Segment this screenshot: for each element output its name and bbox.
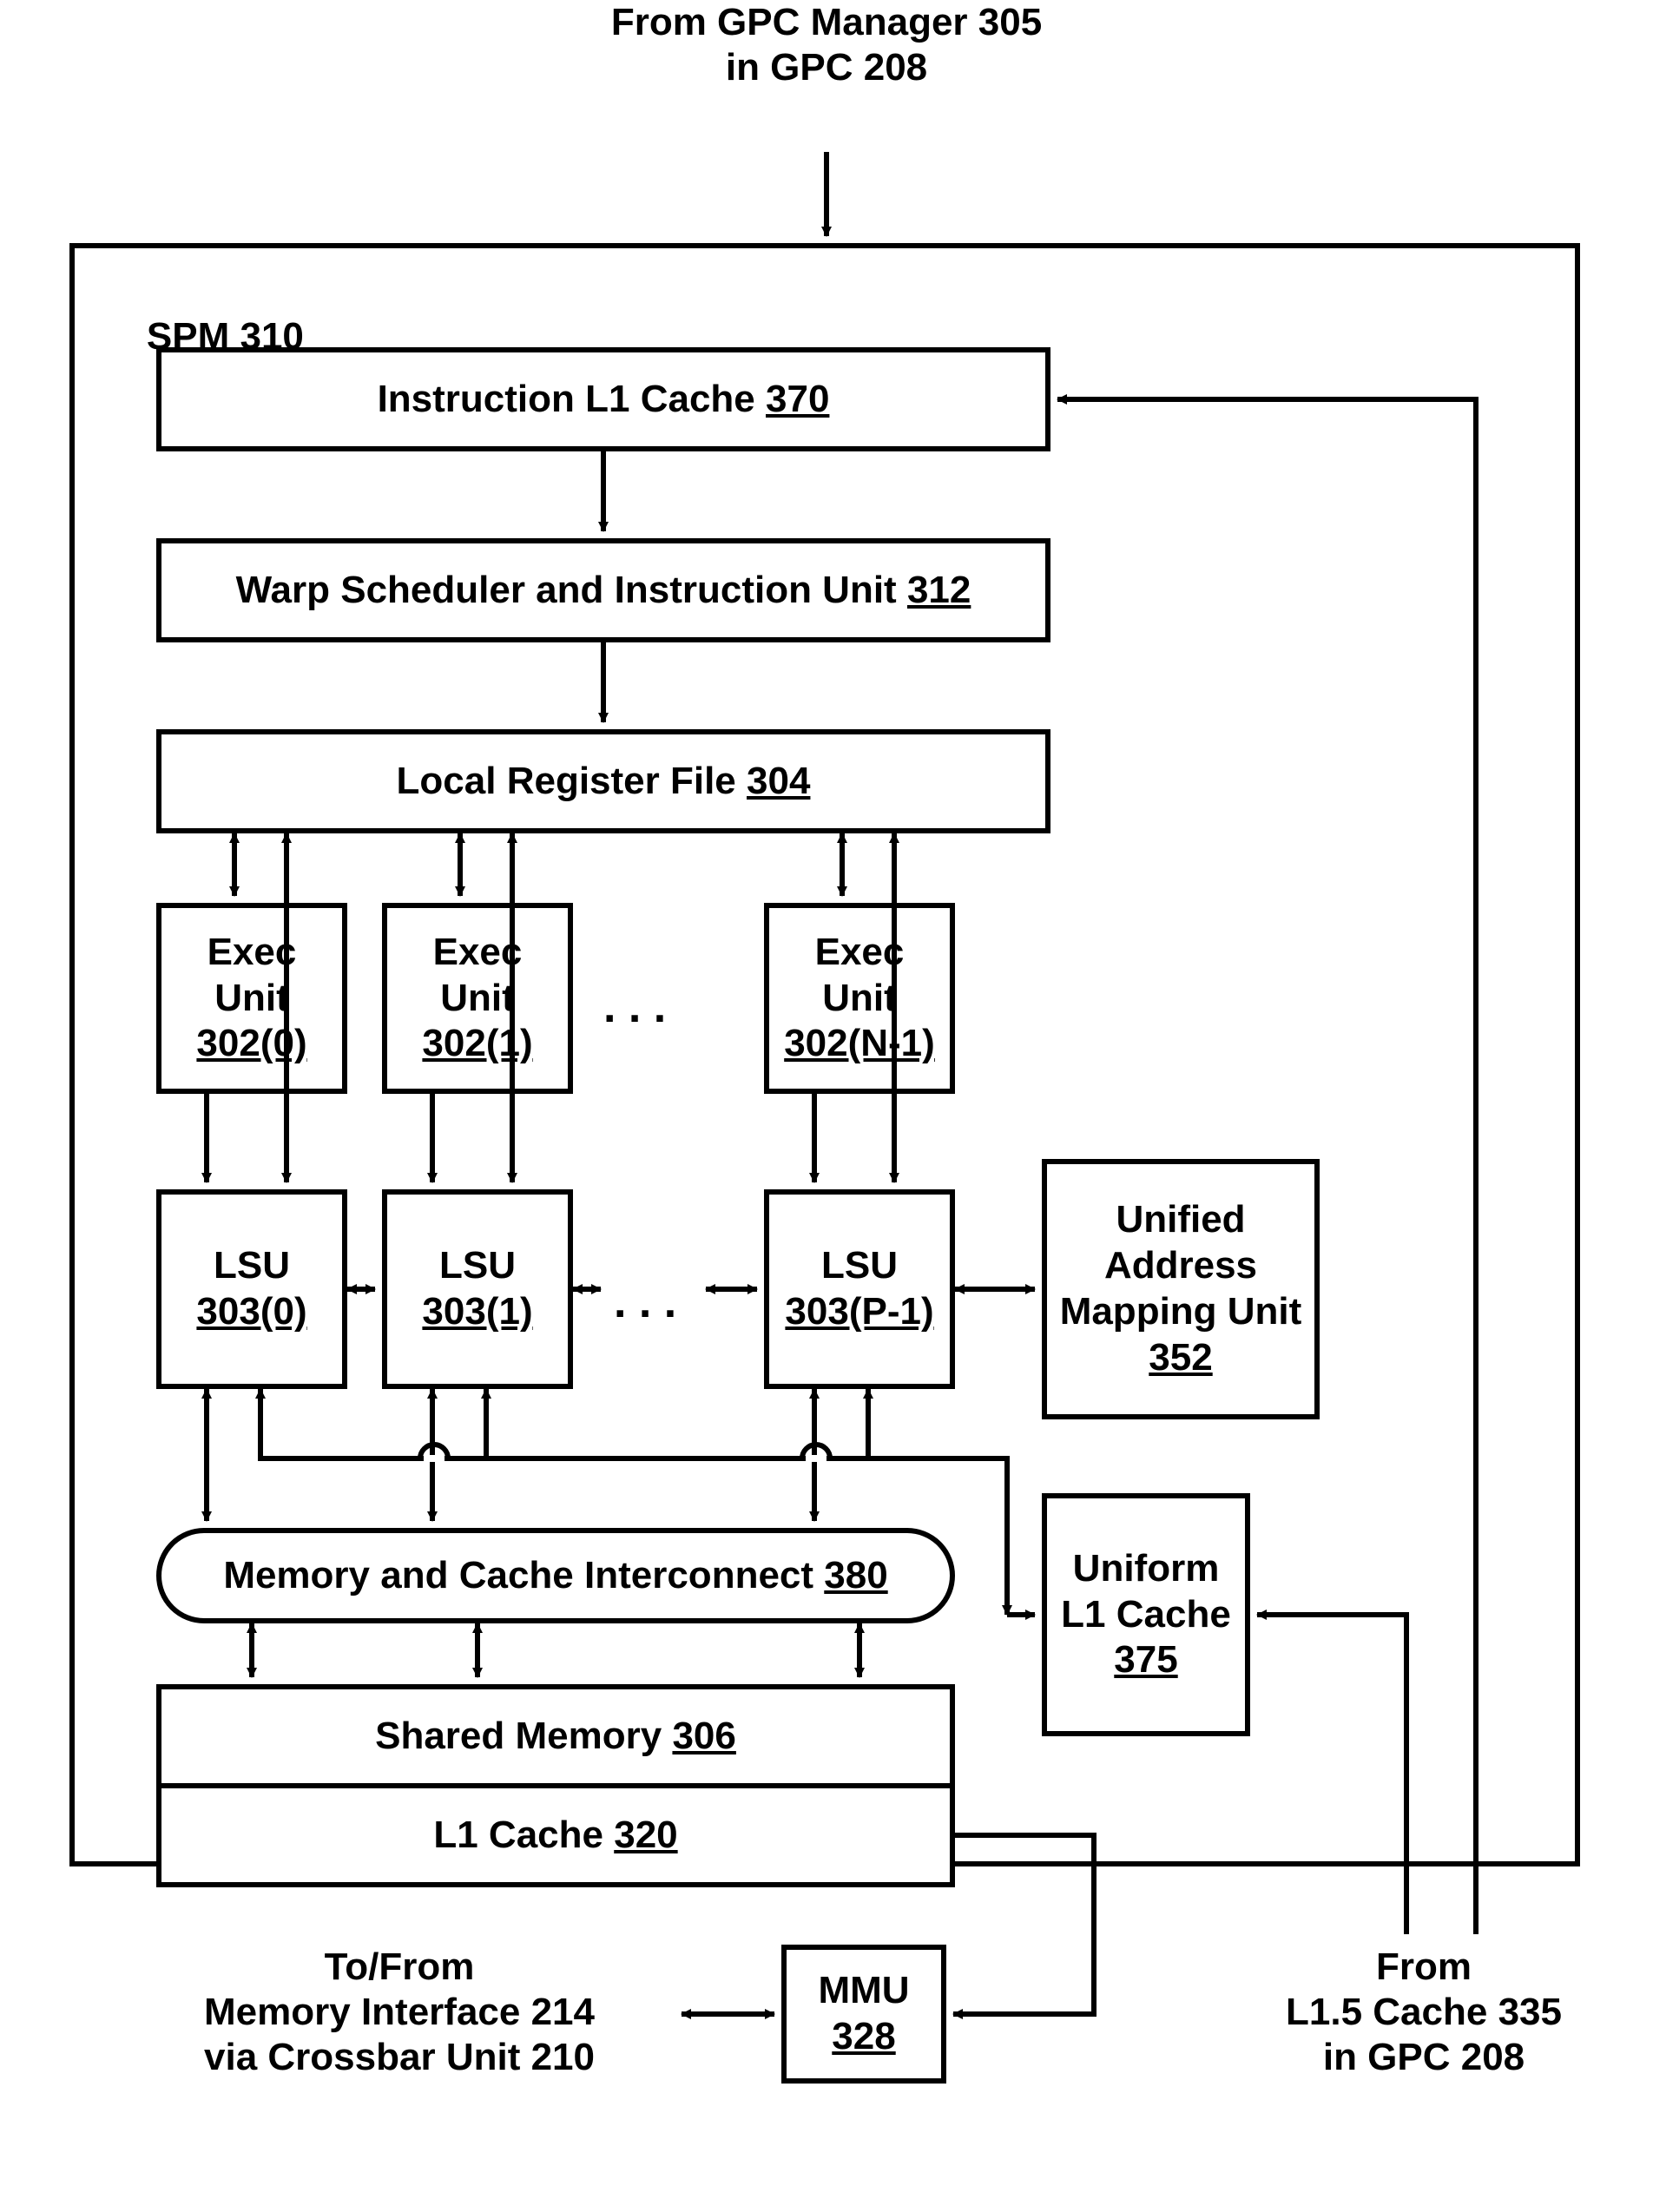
lsu-ellipsis: . . . xyxy=(614,1276,676,1329)
memory-cache-interconnect: Memory and Cache Interconnect 380 xyxy=(156,1528,955,1623)
exec-unit-1: Exec Unit302(1) xyxy=(382,903,573,1094)
lsu-0: LSU303(0) xyxy=(156,1189,347,1389)
instruction-l1-cache: Instruction L1 Cache 370 xyxy=(156,347,1050,451)
uniform-l1-cache: Uniform L1 Cache375 xyxy=(1042,1493,1250,1736)
shared-memory: Shared Memory 306 xyxy=(156,1684,955,1788)
bottom-left-label: To/From Memory Interface 214 via Crossba… xyxy=(130,1945,668,2080)
warp-scheduler: Warp Scheduler and Instruction Unit 312 xyxy=(156,538,1050,642)
local-register-file: Local Register File 304 xyxy=(156,729,1050,833)
exec-unit-n1: Exec Unit302(N-1) xyxy=(764,903,955,1094)
exec-ellipsis: . . . xyxy=(603,981,666,1034)
top-source-label: From GPC Manager 305 in GPC 208 xyxy=(0,0,1653,90)
lsu-1: LSU303(1) xyxy=(382,1189,573,1389)
mmu: MMU328 xyxy=(781,1945,946,2084)
unified-address-mapping-unit: Unified Address Mapping Unit352 xyxy=(1042,1159,1320,1419)
bottom-right-label: From L1.5 Cache 335 in GPC 208 xyxy=(1215,1945,1632,2080)
l1-cache: L1 Cache 320 xyxy=(156,1783,955,1887)
diagram-canvas: From GPC Manager 305 in GPC 208 SPM 310 … xyxy=(0,0,1653,2212)
lsu-p1: LSU303(P-1) xyxy=(764,1189,955,1389)
exec-unit-0: Exec Unit302(0) xyxy=(156,903,347,1094)
